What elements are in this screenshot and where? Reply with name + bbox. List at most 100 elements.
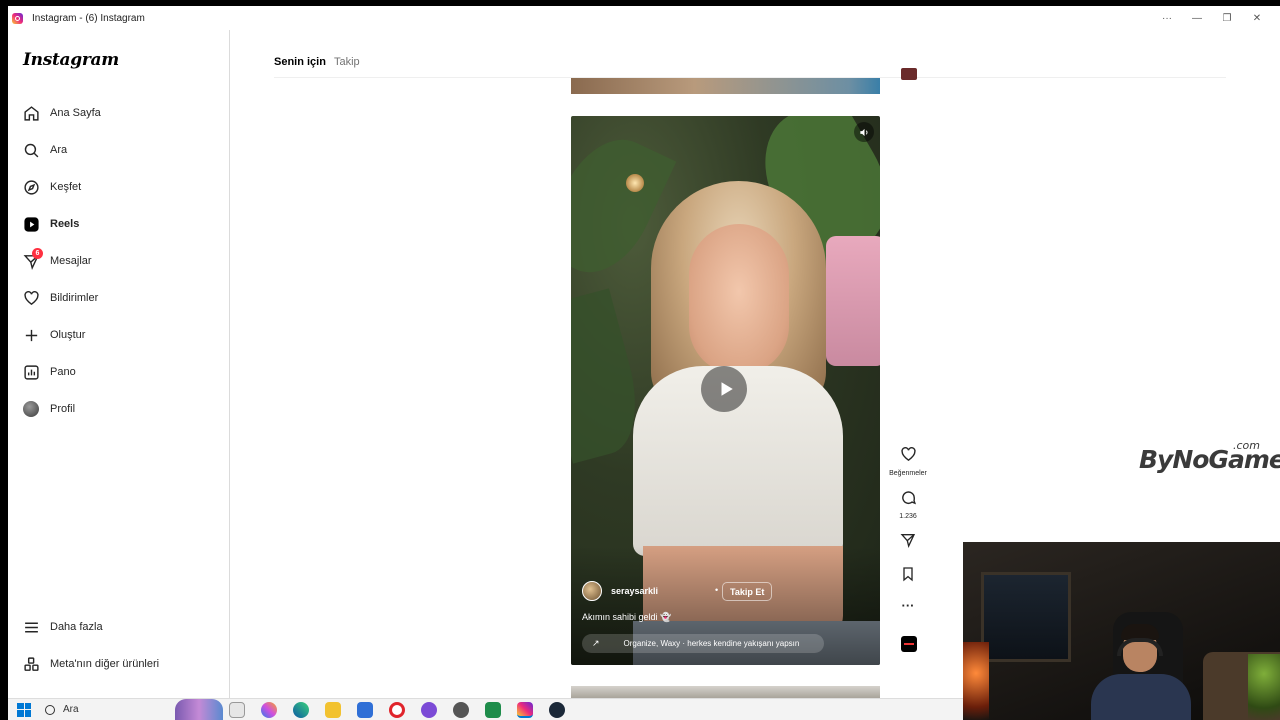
sidebar-item-meta[interactable]: Meta'nın diğer ürünleri xyxy=(22,651,159,677)
like-label: Beğenmeler xyxy=(889,470,927,477)
dashboard-icon xyxy=(22,363,40,381)
tab-following[interactable]: Takip xyxy=(334,56,360,68)
sidebar-item-label: Reels xyxy=(50,218,80,230)
taskbar-apps xyxy=(229,701,581,718)
instagram-taskbar-icon[interactable] xyxy=(517,701,533,718)
messages-badge: 6 xyxy=(32,248,43,259)
plus-icon xyxy=(22,326,40,344)
sidebar: Instagram Ana Sayfa Ara Keşfet Reels 6 M… xyxy=(8,30,230,698)
sidebar-item-label: Profil xyxy=(50,403,76,415)
like-action[interactable]: Beğenmeler xyxy=(886,446,930,477)
windows-taskbar: Ara xyxy=(8,698,963,720)
search-icon xyxy=(22,141,40,159)
sidebar-item-create[interactable]: Oluştur xyxy=(22,322,85,348)
app-icon[interactable] xyxy=(485,701,501,718)
sidebar-item-label: Bildirimler xyxy=(50,292,99,304)
sidebar-item-label: Keşfet xyxy=(50,181,82,193)
taskbar-search-placeholder: Ara xyxy=(63,704,79,715)
reel-video[interactable]: seraysarkli • Takip Et Akımın sahibi gel… xyxy=(571,116,880,665)
steam-icon[interactable] xyxy=(549,701,565,718)
comment-action[interactable]: 1.236 xyxy=(886,489,930,520)
subject-face xyxy=(689,224,789,374)
messenger-icon: 6 xyxy=(22,248,43,270)
home-icon xyxy=(22,104,40,122)
comment-icon xyxy=(900,489,917,511)
feed-tabs: Senin için Takip xyxy=(274,56,360,68)
sidebar-item-reels[interactable]: Reels xyxy=(22,211,79,237)
watermark-suffix: .com xyxy=(1233,439,1260,452)
webcam-plant xyxy=(1248,654,1280,720)
window-title: Instagram - (6) Instagram xyxy=(32,12,145,24)
save-action[interactable] xyxy=(886,566,930,587)
reel-author: seraysarkli xyxy=(582,581,658,601)
webcam-window xyxy=(981,572,1071,662)
background-lamp xyxy=(626,174,644,192)
reel-caption[interactable]: Akımın sahibi geldi 👻 xyxy=(582,612,671,623)
store-icon[interactable] xyxy=(357,701,373,718)
search-highlight-image[interactable] xyxy=(175,698,223,720)
channel-watermark: ByNoGame .com xyxy=(1139,439,1280,474)
more-options-icon[interactable]: ··· xyxy=(886,598,930,613)
instagram-logo[interactable]: Instagram xyxy=(23,50,119,70)
webcam-person-body xyxy=(1091,674,1191,720)
maximize-button[interactable]: ❐ xyxy=(1212,13,1242,24)
opera-icon[interactable] xyxy=(389,701,405,718)
comment-count: 1.236 xyxy=(899,513,917,520)
sidebar-item-dashboard[interactable]: Pano xyxy=(22,359,76,385)
sidebar-item-explore[interactable]: Keşfet xyxy=(22,174,81,200)
window-controls: ··· — ❐ ✕ xyxy=(1152,6,1272,30)
speaker-icon[interactable] xyxy=(854,122,874,142)
sidebar-item-profile[interactable]: Profil xyxy=(22,396,75,422)
instagram-app-icon xyxy=(12,12,23,24)
next-reel-edge[interactable] xyxy=(571,686,880,698)
window-titlebar: Instagram - (6) Instagram ··· — ❐ ✕ xyxy=(8,6,1280,30)
tab-for-you[interactable]: Senin için xyxy=(274,56,326,68)
task-view-icon[interactable] xyxy=(229,701,245,718)
author-separator: • xyxy=(715,585,719,595)
file-explorer-icon[interactable] xyxy=(325,701,341,718)
sidebar-item-label: Meta'nın diğer ürünleri xyxy=(50,658,160,670)
sidebar-item-notifications[interactable]: Bildirimler xyxy=(22,285,98,311)
sidebar-item-search[interactable]: Ara xyxy=(22,137,67,163)
author-username[interactable]: seraysarkli xyxy=(611,586,658,596)
reel-audio-pill[interactable]: ↗ Organize, Waxy · herkes kendine yakışa… xyxy=(582,634,824,653)
more-options-icon[interactable]: ··· xyxy=(1152,13,1182,24)
discord-icon[interactable] xyxy=(421,701,437,718)
previous-reel-audio-thumb[interactable] xyxy=(901,68,917,80)
search-icon xyxy=(45,704,55,715)
author-avatar[interactable] xyxy=(582,581,602,601)
reels-icon xyxy=(22,215,40,233)
sidebar-item-home[interactable]: Ana Sayfa xyxy=(22,100,101,126)
sidebar-item-label: Oluştur xyxy=(50,329,86,341)
sidebar-item-more[interactable]: Daha fazla xyxy=(22,614,103,640)
heart-icon xyxy=(22,289,40,307)
edge-icon[interactable] xyxy=(293,701,309,718)
copilot-icon[interactable] xyxy=(261,701,277,718)
minimize-button[interactable]: — xyxy=(1182,13,1212,24)
sidebar-item-label: Ara xyxy=(50,144,68,156)
reel-audio-thumb[interactable] xyxy=(901,636,917,652)
bookmark-icon xyxy=(900,566,916,587)
previous-reel-edge[interactable] xyxy=(571,78,880,94)
sidebar-item-messages[interactable]: 6 Mesajlar xyxy=(22,248,92,274)
avatar xyxy=(22,400,40,418)
sidebar-item-label: Daha fazla xyxy=(50,621,103,633)
compass-icon xyxy=(22,178,40,196)
close-button[interactable]: ✕ xyxy=(1242,13,1272,24)
follow-button[interactable]: Takip Et xyxy=(722,582,773,601)
taskbar-search[interactable]: Ara xyxy=(45,704,175,715)
windows-start-icon[interactable] xyxy=(17,702,31,717)
audio-arrow-icon: ↗ xyxy=(592,638,600,648)
menu-icon xyxy=(22,618,40,636)
audio-title: Organize, Waxy · herkes kendine yakışanı… xyxy=(623,639,800,648)
settings-icon[interactable] xyxy=(453,701,469,718)
share-icon xyxy=(900,532,916,553)
sidebar-item-label: Ana Sayfa xyxy=(50,107,101,119)
subject-phone xyxy=(826,236,880,366)
play-icon[interactable] xyxy=(701,366,747,412)
sidebar-item-label: Mesajlar xyxy=(50,255,92,267)
meta-products-icon xyxy=(22,655,40,673)
webcam-light xyxy=(963,642,989,720)
share-action[interactable] xyxy=(886,532,930,553)
sidebar-item-label: Pano xyxy=(50,366,76,378)
